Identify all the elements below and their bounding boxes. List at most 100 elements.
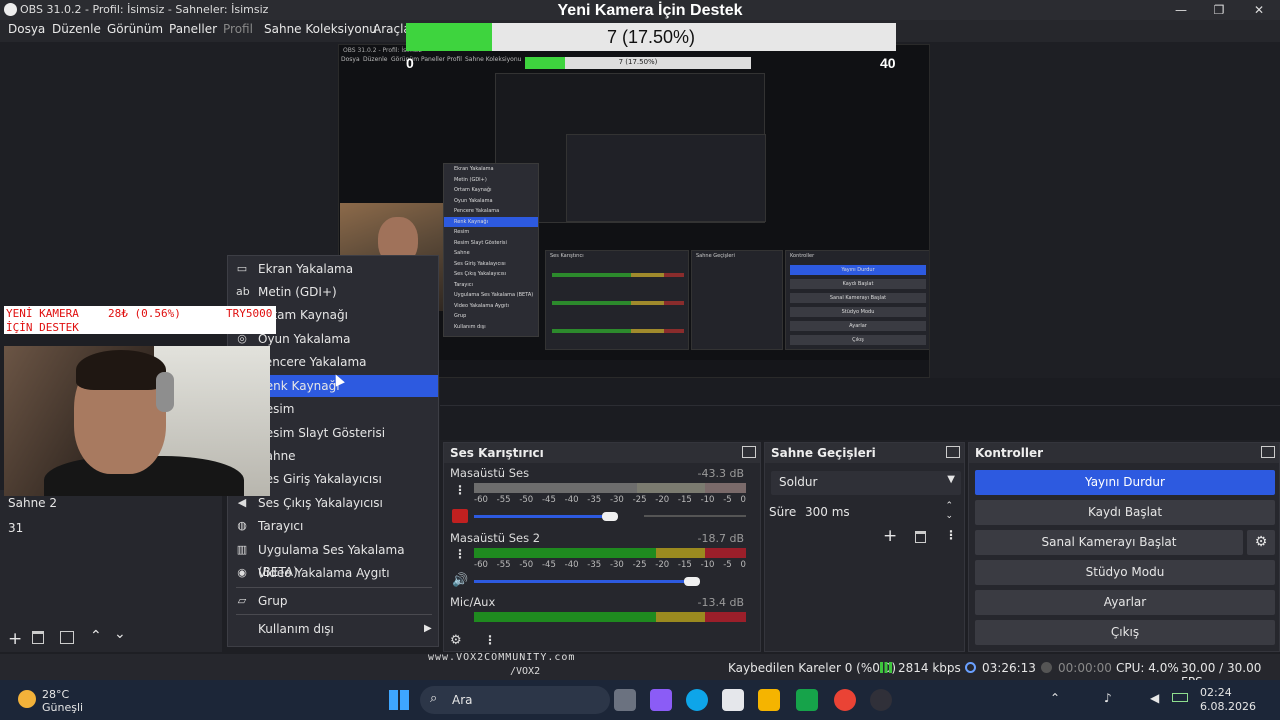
transition-select[interactable]: Soldur ▼: [771, 471, 961, 495]
tray-battery-icon[interactable]: [1172, 693, 1188, 702]
menu-item-video-capture[interactable]: ◉ Video Yakalama Aygıtı: [228, 562, 438, 584]
inner-meter: [552, 301, 684, 305]
channel-db: -13.4 dB: [697, 596, 745, 609]
channel-name: Masaüstü Ses: [450, 466, 530, 480]
inner-menu-entry: Resim: [454, 229, 470, 235]
filter-icon[interactable]: [60, 631, 74, 644]
inner-menu-entry: Metin (GDI+): [454, 176, 487, 183]
task-view-icon[interactable]: [614, 689, 636, 711]
trash-icon[interactable]: [915, 531, 926, 543]
copilot-icon[interactable]: [650, 689, 672, 711]
minimize-button[interactable]: —: [1170, 2, 1192, 18]
channel-db: -43.3 dB: [697, 467, 745, 480]
inner-menu-entry: Oyun Yakalama: [454, 197, 493, 204]
camera-icon: ◉: [237, 566, 247, 579]
controls-header: Kontroller: [969, 443, 1279, 463]
trash-icon[interactable]: [32, 631, 44, 644]
undock-icon[interactable]: [946, 446, 960, 458]
volume-knob[interactable]: [602, 512, 618, 521]
tray-volume-icon[interactable]: ◀: [1150, 691, 1159, 705]
inner-meter: [552, 273, 684, 277]
inner-menu-item: Dosya: [341, 56, 360, 63]
taskbar-search[interactable]: ⌕ Ara: [420, 686, 610, 714]
store-icon[interactable]: [722, 689, 744, 711]
volume-knob[interactable]: [683, 577, 700, 586]
kebab-menu-icon[interactable]: ⋮: [945, 528, 957, 542]
xbox-icon[interactable]: [796, 689, 818, 711]
maximize-button[interactable]: ❐: [1208, 2, 1230, 18]
dock-divider: [440, 405, 1280, 406]
scene-item-sahne-2[interactable]: Sahne 2: [8, 496, 57, 510]
inner-transitions-dock: Sahne Geçişleri: [691, 250, 783, 350]
speaker-icon[interactable]: 🔊: [452, 573, 468, 588]
close-button[interactable]: ✕: [1248, 2, 1270, 18]
menu-duzenle[interactable]: Düzenle: [52, 22, 101, 36]
folder-icon: ▱: [237, 594, 247, 607]
duration-input[interactable]: 300 ms ⌃ ⌄: [799, 501, 961, 525]
menu-dosya[interactable]: Dosya: [8, 22, 45, 36]
channel-menu-icon[interactable]: ⋮: [454, 484, 466, 496]
move-down-icon[interactable]: ⌄: [114, 626, 126, 642]
volume-slider[interactable]: [474, 580, 692, 583]
app-audio-icon: ▥: [236, 543, 248, 556]
start-virtual-camera-button[interactable]: Sanal Kamerayı Başlat: [975, 530, 1243, 555]
edge-icon[interactable]: [686, 689, 708, 711]
menu-sahne-koleksiyonu[interactable]: Sahne Koleksiyonu: [264, 22, 377, 36]
menu-item-app-audio[interactable]: ▥ Uygulama Ses Yakalama (BETA): [228, 539, 438, 579]
inner-menu-item: Sahne Koleksiyonu: [465, 56, 522, 63]
inner-control-button: Sanal Kamerayı Başlat: [790, 293, 926, 303]
channel-name: Masaüstü Ses 2: [450, 531, 541, 545]
donation-amount: 28₺ (0.56%): [108, 307, 181, 320]
file-explorer-icon[interactable]: [758, 689, 780, 711]
stop-streaming-button[interactable]: Yayını Durdur: [975, 470, 1275, 495]
channel-menu-icon[interactable]: ⋮: [454, 548, 466, 560]
tray-mic-icon[interactable]: ♪: [1104, 691, 1112, 705]
transitions-title: Sahne Geçişleri: [771, 446, 876, 460]
inner-controls-title: Kontroller: [790, 253, 815, 259]
menu-gorunum[interactable]: Görünüm: [107, 22, 163, 36]
move-up-icon[interactable]: ⌃: [90, 628, 102, 644]
controls-dock: Kontroller Yayını Durdur Kaydı Başlat Sa…: [968, 442, 1280, 652]
inner-control-button: Kaydı Başlat: [790, 279, 926, 289]
settings-button[interactable]: Ayarlar: [975, 590, 1275, 615]
submenu-arrow-icon: ▶: [424, 623, 432, 634]
start-recording-button[interactable]: Kaydı Başlat: [975, 500, 1275, 525]
scene-item-31[interactable]: 31: [8, 521, 23, 535]
signal-icon: [880, 662, 892, 673]
undock-icon[interactable]: [1261, 446, 1275, 458]
gear-icon[interactable]: ⚙: [1247, 530, 1275, 555]
spin-up-icon[interactable]: ⌃: [945, 501, 953, 511]
muted-speaker-icon[interactable]: [452, 509, 468, 523]
weather-temp[interactable]: 28°C: [42, 688, 69, 701]
windows-start-icon[interactable]: [389, 690, 409, 710]
volume-rest: [644, 515, 746, 517]
studio-mode-button[interactable]: Stüdyo Modu: [975, 560, 1275, 585]
inner-controls-dock: Kontroller Yayını Durdur Kaydı Başlat Sa…: [785, 250, 929, 350]
monitor-icon: ▭: [236, 262, 248, 275]
weather-sun-icon[interactable]: [18, 690, 36, 708]
menu-item-browser[interactable]: ◍ Tarayıcı: [228, 515, 438, 537]
exit-button[interactable]: Çıkış: [975, 620, 1275, 645]
menu-item-screen-capture[interactable]: ▭ Ekran Yakalama: [228, 258, 438, 280]
obs-taskbar-icon[interactable]: [870, 689, 892, 711]
menu-item-text-gdi[interactable]: ab Metin (GDI+): [228, 281, 438, 303]
inner-nested-docks: [566, 134, 766, 222]
mixer-menu-icon[interactable]: ⋮: [484, 634, 496, 646]
volume-slider[interactable]: [474, 515, 610, 518]
tray-chevron-icon[interactable]: ⌃: [1050, 691, 1060, 705]
menu-paneller[interactable]: Paneller: [169, 22, 217, 36]
clock-time[interactable]: 02:24: [1200, 686, 1232, 699]
clock-date[interactable]: 6.08.2026: [1200, 700, 1256, 713]
mixer-settings-icon[interactable]: ⚙: [450, 633, 462, 648]
add-icon[interactable]: +: [8, 629, 22, 649]
goal-title: Yeni Kamera İçin Destek: [557, 2, 743, 19]
donation-line-2: İÇİN DESTEK: [6, 321, 79, 334]
menu-item-deprecated[interactable]: Kullanım dışı ▶: [228, 618, 438, 640]
chrome-icon[interactable]: [834, 689, 856, 711]
add-icon[interactable]: +: [883, 526, 897, 546]
menu-item-group[interactable]: ▱ Grup: [228, 590, 438, 612]
weather-desc[interactable]: Güneşli: [42, 701, 83, 714]
undock-icon[interactable]: [742, 446, 756, 458]
menu-profil[interactable]: Profil: [223, 22, 253, 36]
spin-down-icon[interactable]: ⌄: [945, 511, 953, 521]
